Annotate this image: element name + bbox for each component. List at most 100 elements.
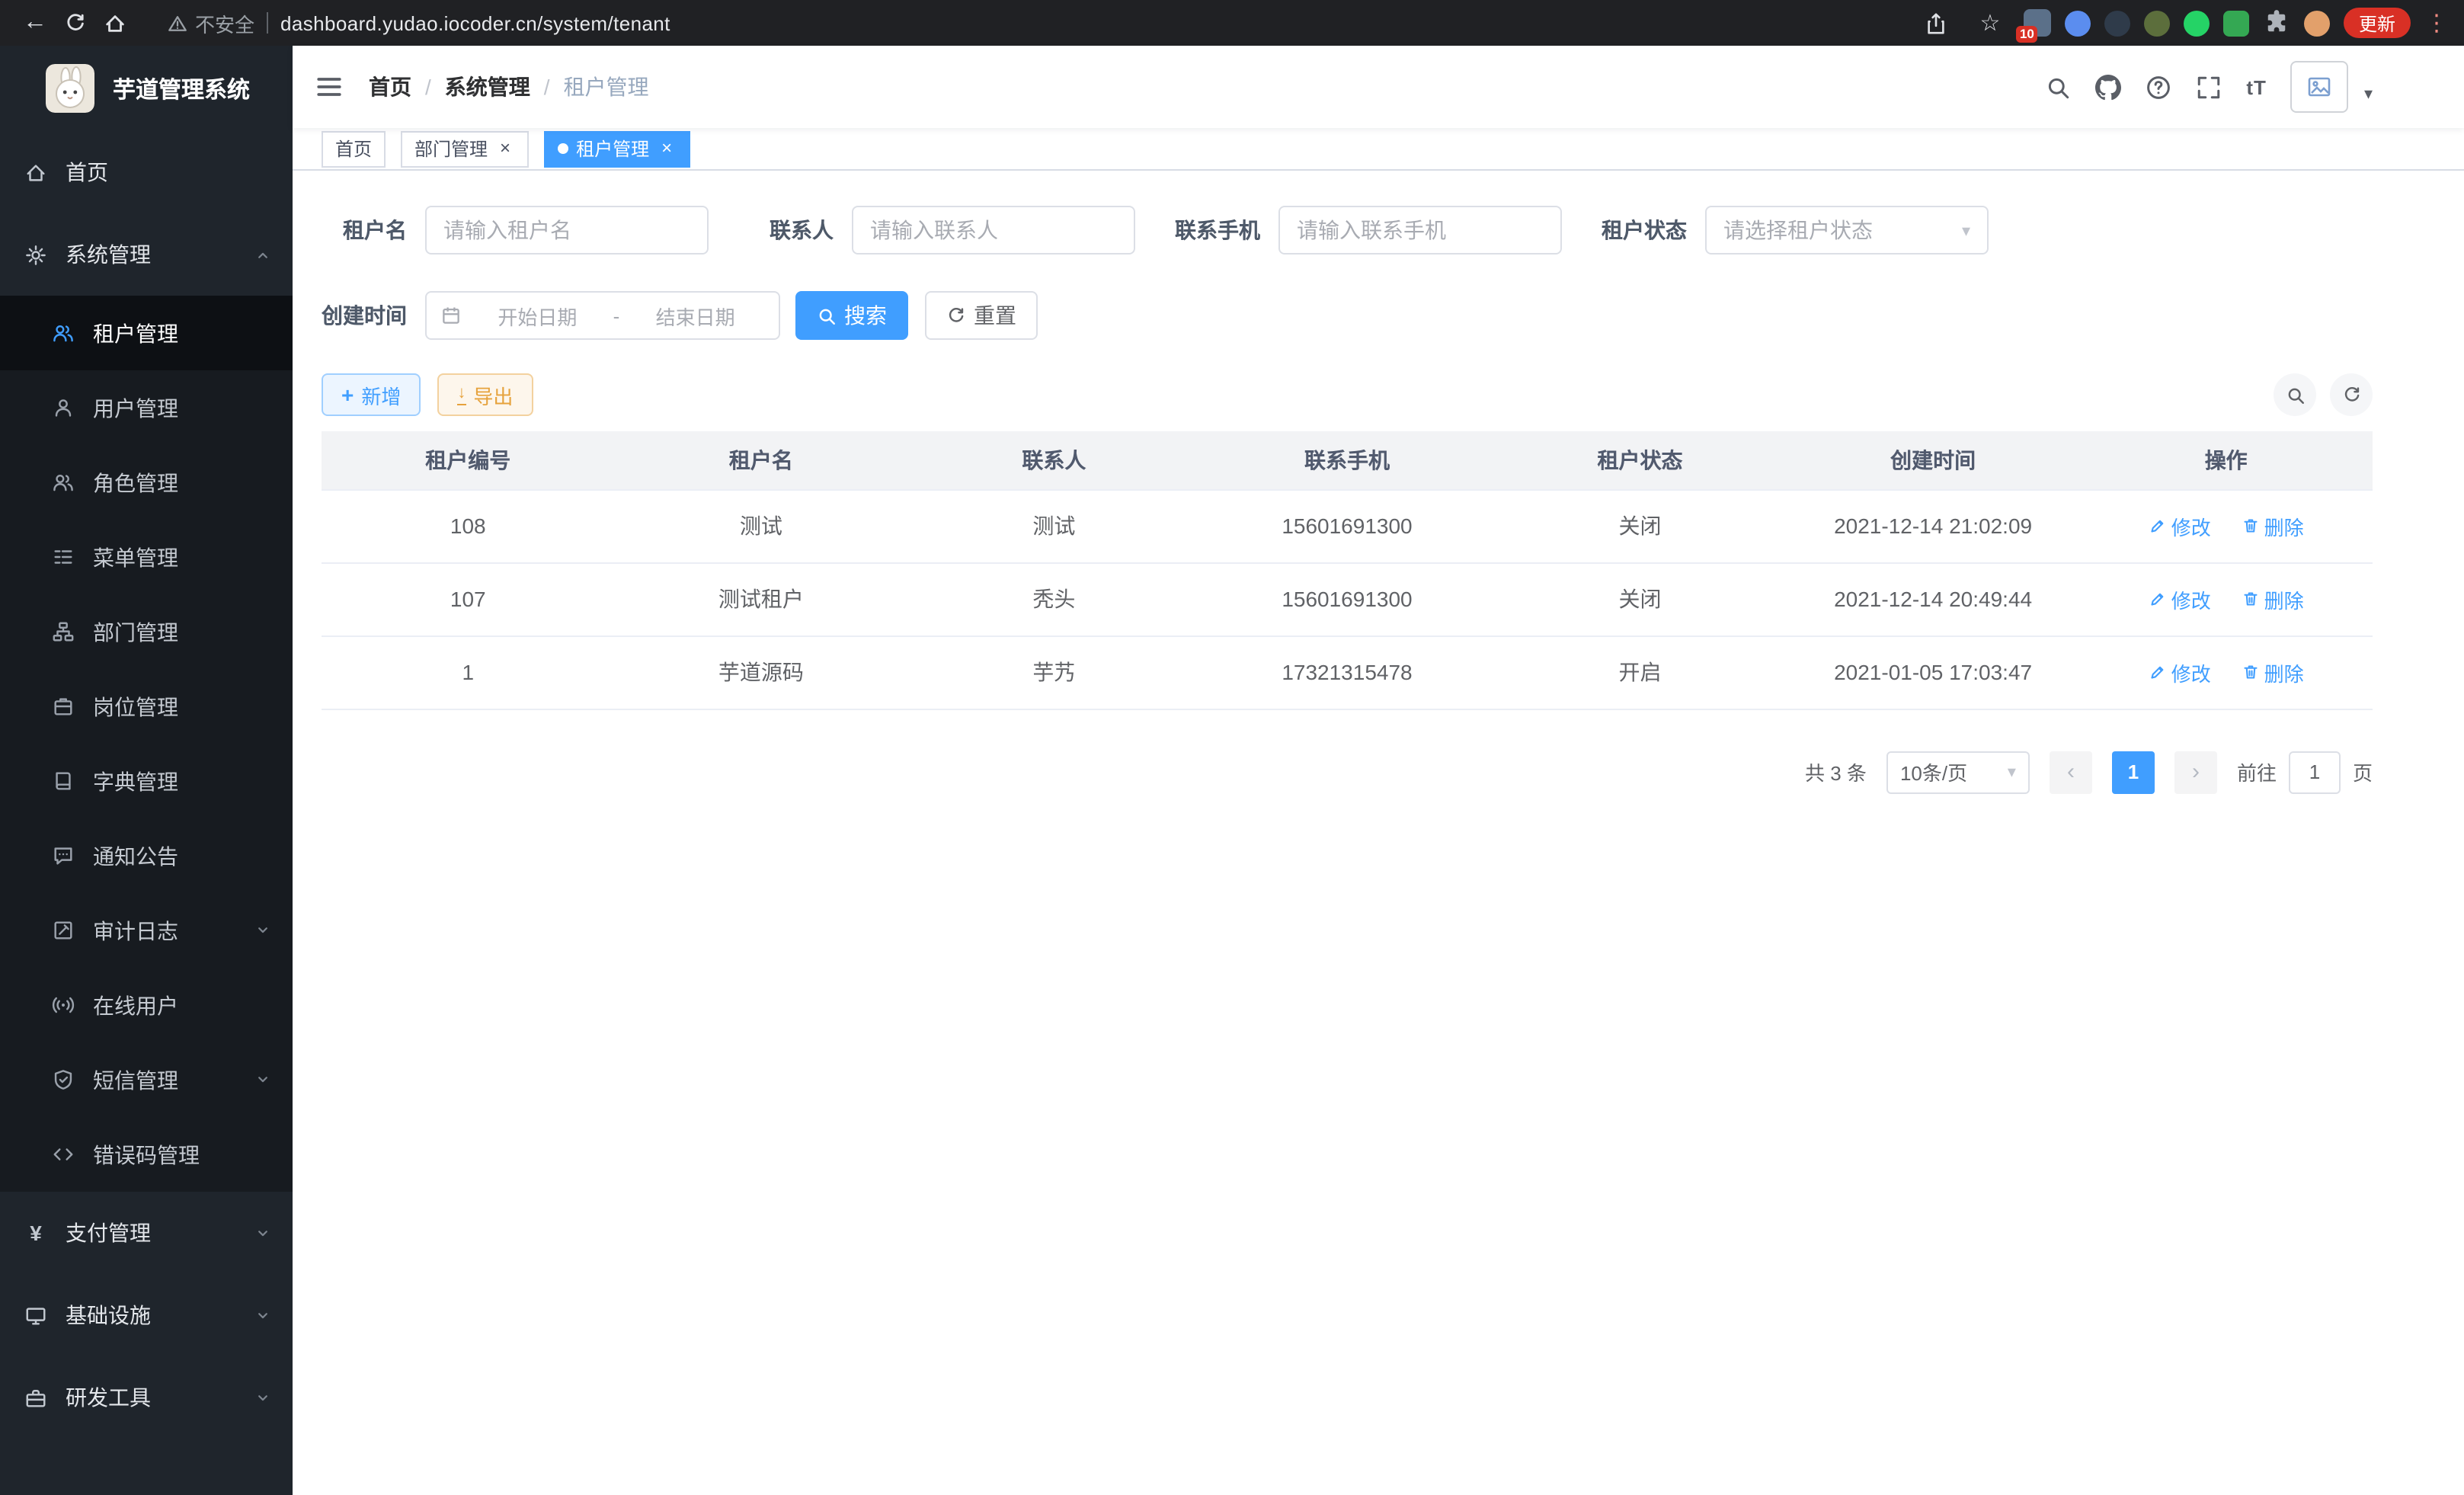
sidebar-item-sms[interactable]: 短信管理	[0, 1042, 293, 1117]
refresh-icon	[946, 306, 966, 325]
extensions-puzzle-icon[interactable]	[2263, 9, 2290, 37]
sidebar-item-posts[interactable]: 岗位管理	[0, 669, 293, 744]
reset-button[interactable]: 重置	[925, 291, 1038, 340]
sidebar-item-dictionary[interactable]: 字典管理	[0, 744, 293, 818]
sidebar-item-payment[interactable]: ¥ 支付管理	[0, 1192, 293, 1274]
help-icon[interactable]	[2146, 74, 2171, 100]
top-navbar: 首页 / 系统管理 / 租户管理 tT ▾	[293, 46, 2464, 128]
extension-icon-olive[interactable]	[2144, 10, 2170, 36]
page-number-current[interactable]: 1	[2112, 751, 2155, 793]
refresh-icon	[2341, 385, 2361, 405]
add-button[interactable]: + 新增	[322, 373, 421, 416]
chevron-down-icon	[254, 1071, 271, 1088]
refresh-table-button[interactable]	[2330, 373, 2373, 416]
sidebar-item-label: 在线用户	[93, 990, 178, 1020]
cell-actions: 修改 删除	[2079, 489, 2373, 562]
close-icon[interactable]: ×	[495, 139, 515, 158]
home-icon	[103, 11, 126, 34]
url-text[interactable]: dashboard.yudao.iocoder.cn/system/tenant	[280, 11, 670, 34]
github-icon[interactable]	[2095, 74, 2121, 100]
reset-button-label: 重置	[974, 300, 1016, 331]
extension-icon-blue[interactable]	[2065, 10, 2091, 36]
delete-link-label: 删除	[2264, 658, 2304, 687]
back-button[interactable]: ←	[15, 3, 55, 43]
browser-profile-avatar[interactable]	[2304, 10, 2330, 36]
date-range-picker[interactable]: 开始日期 - 结束日期	[425, 291, 780, 340]
sidebar-item-error-codes[interactable]: 错误码管理	[0, 1117, 293, 1192]
sidebar-item-online-users[interactable]: 在线用户	[0, 968, 293, 1042]
tenant-status-select[interactable]: 请选择租户状态 ▾	[1705, 206, 1989, 255]
sidebar-item-menus[interactable]: 菜单管理	[0, 520, 293, 594]
extension-icon-green-square[interactable]	[2223, 10, 2249, 36]
site-security[interactable]: 不安全	[168, 8, 254, 37]
sidebar-item-label: 用户管理	[93, 392, 178, 423]
browser-update-button[interactable]: 更新	[2344, 8, 2411, 38]
breadcrumb-separator: /	[544, 75, 550, 99]
cell-phone: 17321315478	[1201, 635, 1494, 709]
warning-icon	[168, 13, 187, 33]
tenant-name-input[interactable]	[443, 218, 690, 242]
sidebar-item-roles[interactable]: 角色管理	[0, 445, 293, 520]
date-separator: -	[613, 304, 620, 327]
extension-icon-badged[interactable]: 10	[2024, 9, 2051, 37]
tab-department[interactable]: 部门管理 ×	[401, 130, 529, 167]
next-page-button[interactable]: ›	[2174, 751, 2217, 793]
close-icon[interactable]: ×	[657, 139, 677, 158]
sidebar-item-departments[interactable]: 部门管理	[0, 594, 293, 669]
browser-home-button[interactable]	[94, 3, 134, 43]
search-icon[interactable]	[2045, 74, 2071, 100]
delete-link[interactable]: 删除	[2242, 584, 2304, 613]
delete-link[interactable]: 删除	[2242, 658, 2304, 687]
sidebar-item-audit-log[interactable]: 审计日志	[0, 893, 293, 968]
toggle-search-button[interactable]	[2274, 373, 2316, 416]
sidebar-item-infrastructure[interactable]: 基础设施	[0, 1274, 293, 1356]
tab-home[interactable]: 首页	[322, 130, 386, 167]
browser-chrome: ← 不安全 dashboard.yudao.iocoder.cn/system/…	[0, 0, 2464, 46]
export-button[interactable]: ↓ 导出	[437, 373, 533, 416]
address-divider	[267, 12, 268, 34]
sidebar-item-users[interactable]: 用户管理	[0, 370, 293, 445]
sidebar-item-system[interactable]: 系统管理	[0, 213, 293, 296]
address-bar[interactable]: 不安全 dashboard.yudao.iocoder.cn/system/te…	[168, 8, 1917, 37]
bookmark-star-button[interactable]: ☆	[1970, 3, 2010, 43]
edit-link[interactable]: 修改	[2149, 584, 2211, 613]
share-button[interactable]	[1917, 3, 1957, 43]
sidebar-toggle-icon[interactable]	[314, 72, 344, 102]
tab-tenant[interactable]: 租户管理 ×	[544, 130, 690, 167]
goto-page-input[interactable]	[2289, 751, 2341, 793]
sidebar-item-label: 错误码管理	[93, 1139, 200, 1170]
chevron-up-icon	[254, 246, 271, 263]
edit-link[interactable]: 修改	[2149, 658, 2211, 687]
sidebar-item-home[interactable]: 首页	[0, 131, 293, 213]
extension-icon-green[interactable]	[2184, 10, 2210, 36]
extension-badge: 10	[2016, 26, 2038, 43]
reload-button[interactable]	[55, 3, 94, 43]
sidebar-item-label: 角色管理	[93, 467, 178, 498]
phone-input[interactable]	[1297, 218, 1544, 242]
fullscreen-icon[interactable]	[2196, 74, 2222, 100]
breadcrumb-item-home[interactable]: 首页	[369, 72, 411, 102]
cell-tenant-name: 测试	[615, 489, 908, 562]
edit-link-label: 修改	[2171, 584, 2211, 613]
column-status: 租户状态	[1493, 431, 1787, 489]
breadcrumb-item-system[interactable]: 系统管理	[445, 72, 530, 102]
sidebar-item-dev-tools[interactable]: 研发工具	[0, 1356, 293, 1439]
contact-input[interactable]	[870, 218, 1117, 242]
prev-page-button[interactable]: ‹	[2050, 751, 2092, 793]
sidebar-item-tenant[interactable]: 租户管理	[0, 296, 293, 370]
page-size-select[interactable]: 10条/页 ▾	[1886, 751, 2030, 793]
sidebar-item-notices[interactable]: 通知公告	[0, 818, 293, 893]
avatar-caret-icon[interactable]: ▾	[2364, 84, 2373, 104]
browser-menu-icon[interactable]: ⋮	[2424, 9, 2449, 37]
edit-link[interactable]: 修改	[2149, 511, 2211, 540]
delete-link-label: 删除	[2264, 511, 2304, 540]
sidebar-item-label: 菜单管理	[93, 542, 178, 572]
extension-icon-dark[interactable]	[2104, 10, 2130, 36]
plus-icon: +	[341, 384, 354, 405]
delete-link[interactable]: 删除	[2242, 511, 2304, 540]
font-size-icon[interactable]: tT	[2246, 75, 2267, 98]
search-button[interactable]: 搜索	[795, 291, 908, 340]
app-title: 芋道管理系统	[113, 72, 250, 104]
tenant-name-label: 租户名	[322, 215, 407, 245]
user-avatar[interactable]	[2291, 61, 2349, 113]
